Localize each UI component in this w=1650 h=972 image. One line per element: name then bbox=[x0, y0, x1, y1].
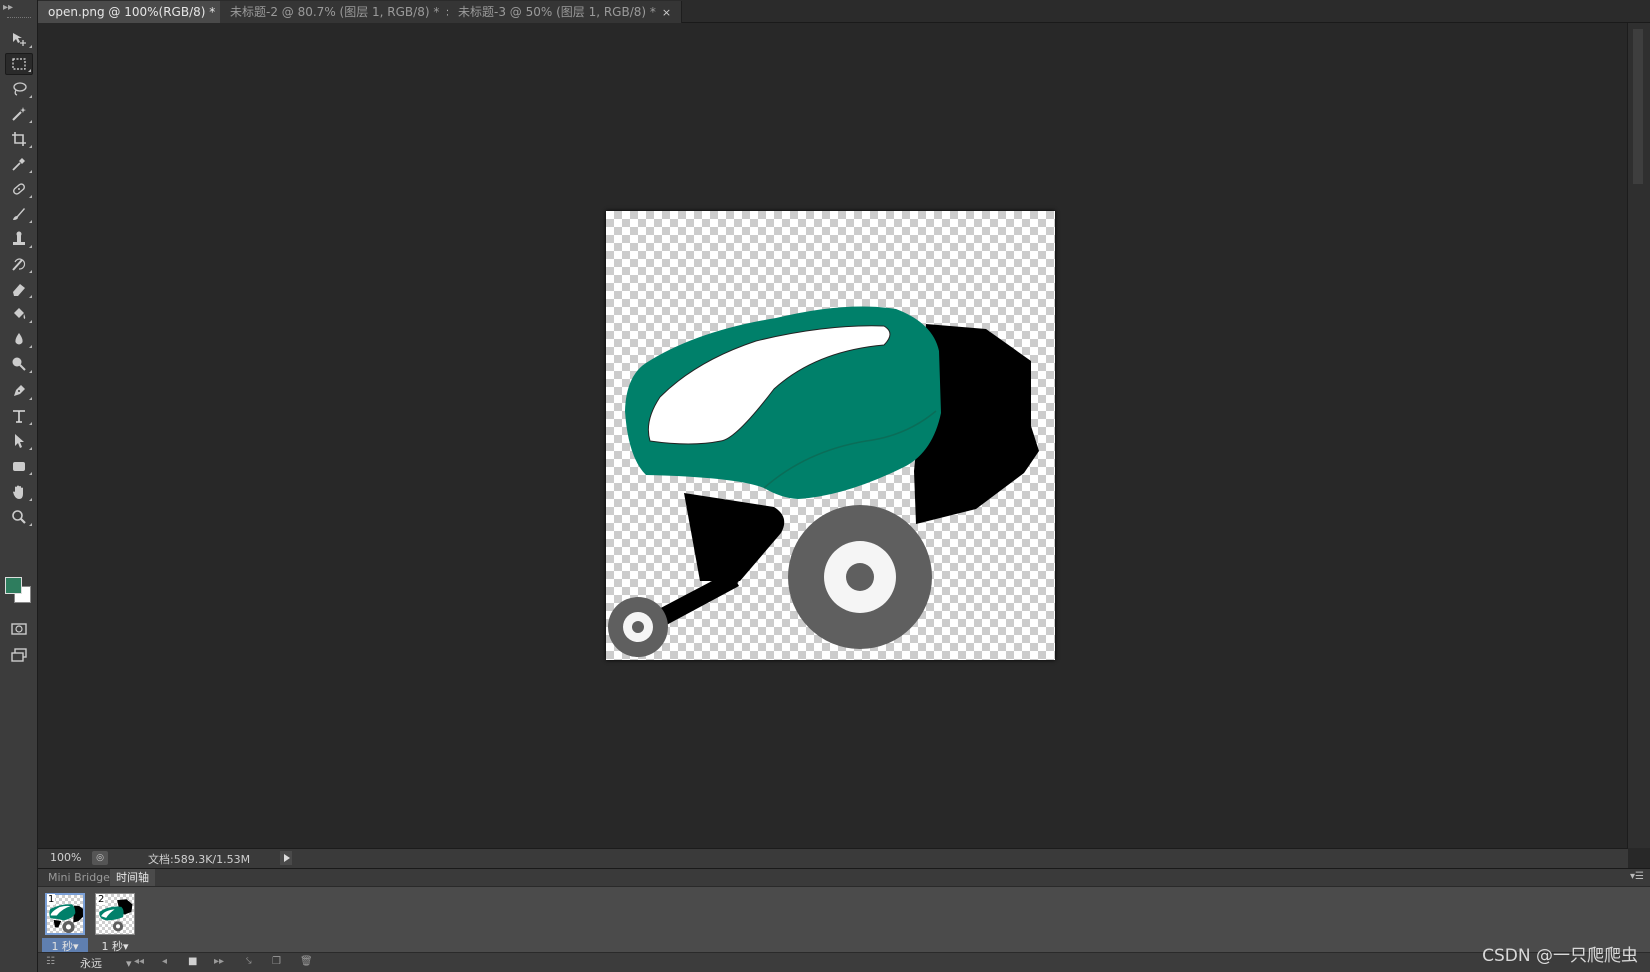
duplicate-frame-icon[interactable]: ❐ bbox=[272, 956, 281, 967]
next-frame-icon[interactable]: ▸▸ bbox=[214, 956, 224, 967]
scrollbar-thumb[interactable] bbox=[1633, 29, 1643, 184]
tab-mini-bridge[interactable]: Mini Bridge bbox=[42, 869, 116, 886]
path-selection-tool-icon[interactable] bbox=[5, 430, 33, 452]
clone-stamp-tool-icon[interactable] bbox=[5, 228, 33, 250]
color-swatches[interactable] bbox=[5, 577, 35, 607]
status-bar: 100% ◎ 文档:589.3K/1.53M bbox=[38, 848, 1628, 868]
pen-tool-icon[interactable] bbox=[5, 380, 33, 402]
bottom-panel-tabs: Mini Bridge 时间轴 ▾☰ bbox=[38, 868, 1650, 886]
lawn-mower-image bbox=[608, 306, 1039, 657]
frame-1[interactable]: 1 1 秒▾ bbox=[42, 891, 88, 954]
crop-tool-icon[interactable] bbox=[5, 128, 33, 150]
document-tabs: open.png @ 100%(RGB/8) *× 未标题-2 @ 80.7% … bbox=[38, 0, 1650, 23]
timeline-controls: ☷ 永远 ▾ ◂◂ ◂ ■ ▸▸ ⤥ ❐ 🗑 bbox=[38, 952, 1650, 972]
previous-frame-icon[interactable]: ◂ bbox=[162, 956, 167, 967]
chevron-down-icon: ▾ bbox=[126, 957, 132, 970]
history-brush-tool-icon[interactable] bbox=[5, 253, 33, 275]
paint-bucket-tool-icon[interactable] bbox=[5, 303, 33, 325]
brush-tool-icon[interactable] bbox=[5, 203, 33, 225]
watermark: CSDN @一只爬爬虫 bbox=[1482, 946, 1638, 966]
tab-label: 未标题-2 @ 80.7% (图层 1, RGB/8) * bbox=[230, 5, 440, 19]
loop-value: 永远 bbox=[80, 957, 102, 970]
eyedropper-tool-icon[interactable] bbox=[5, 153, 33, 175]
loop-select[interactable]: 永远 ▾ bbox=[80, 955, 132, 971]
tab-timeline[interactable]: 时间轴 bbox=[110, 869, 155, 886]
healing-brush-tool-icon[interactable] bbox=[5, 178, 33, 200]
status-menu-arrow-icon[interactable] bbox=[280, 851, 292, 865]
panel-grip[interactable]: ▸▸ bbox=[3, 3, 35, 18]
zoom-tool-icon[interactable] bbox=[5, 506, 33, 528]
magic-wand-tool-icon[interactable] bbox=[5, 103, 33, 125]
screen-mode-icon[interactable] bbox=[5, 644, 33, 666]
frame-number: 1 bbox=[47, 894, 56, 905]
eraser-tool-icon[interactable] bbox=[5, 278, 33, 300]
tools-panel: ▸▸ bbox=[0, 0, 38, 972]
document-info: 文档:589.3K/1.53M bbox=[148, 853, 251, 866]
quick-mask-icon[interactable] bbox=[5, 618, 33, 640]
stop-icon[interactable]: ■ bbox=[188, 956, 197, 967]
dodge-tool-icon[interactable] bbox=[5, 353, 33, 375]
vertical-scrollbar[interactable] bbox=[1627, 23, 1650, 848]
lasso-tool-icon[interactable] bbox=[5, 78, 33, 100]
tab-untitled-3[interactable]: 未标题-3 @ 50% (图层 1, RGB/8) * × bbox=[448, 1, 683, 23]
move-tool-icon[interactable] bbox=[5, 28, 33, 50]
foreground-color-swatch[interactable] bbox=[5, 577, 22, 594]
marquee-tool-icon[interactable] bbox=[5, 53, 33, 75]
tab-label: open.png @ 100%(RGB/8) * bbox=[48, 5, 216, 19]
zoom-level[interactable]: 100% bbox=[50, 851, 81, 864]
first-frame-icon[interactable]: ◂◂ bbox=[134, 956, 144, 967]
proof-icon[interactable]: ◎ bbox=[92, 851, 108, 865]
panel-menu-icon[interactable]: ▾☰ bbox=[1630, 871, 1644, 882]
mower-front-plate bbox=[684, 493, 785, 581]
close-icon[interactable]: × bbox=[662, 6, 671, 19]
timeline-panel: 1 1 秒▾ 2 1 秒▾ bbox=[38, 886, 1650, 954]
tween-icon[interactable]: ⤥ bbox=[246, 956, 252, 967]
document-canvas[interactable] bbox=[606, 211, 1055, 660]
type-tool-icon[interactable] bbox=[5, 405, 33, 427]
frame-2[interactable]: 2 1 秒▾ bbox=[92, 891, 138, 953]
tab-open-png[interactable]: open.png @ 100%(RGB/8) *× bbox=[38, 1, 242, 23]
delete-frame-icon[interactable]: 🗑 bbox=[300, 956, 313, 967]
tab-untitled-2[interactable]: 未标题-2 @ 80.7% (图层 1, RGB/8) *× bbox=[220, 1, 466, 23]
tab-label: 未标题-3 @ 50% (图层 1, RGB/8) * bbox=[458, 5, 656, 19]
frame-number: 2 bbox=[97, 894, 106, 905]
convert-timeline-icon[interactable]: ☷ bbox=[46, 956, 55, 967]
blur-tool-icon[interactable] bbox=[5, 328, 33, 350]
shape-tool-icon[interactable] bbox=[5, 455, 33, 477]
hand-tool-icon[interactable] bbox=[5, 481, 33, 503]
